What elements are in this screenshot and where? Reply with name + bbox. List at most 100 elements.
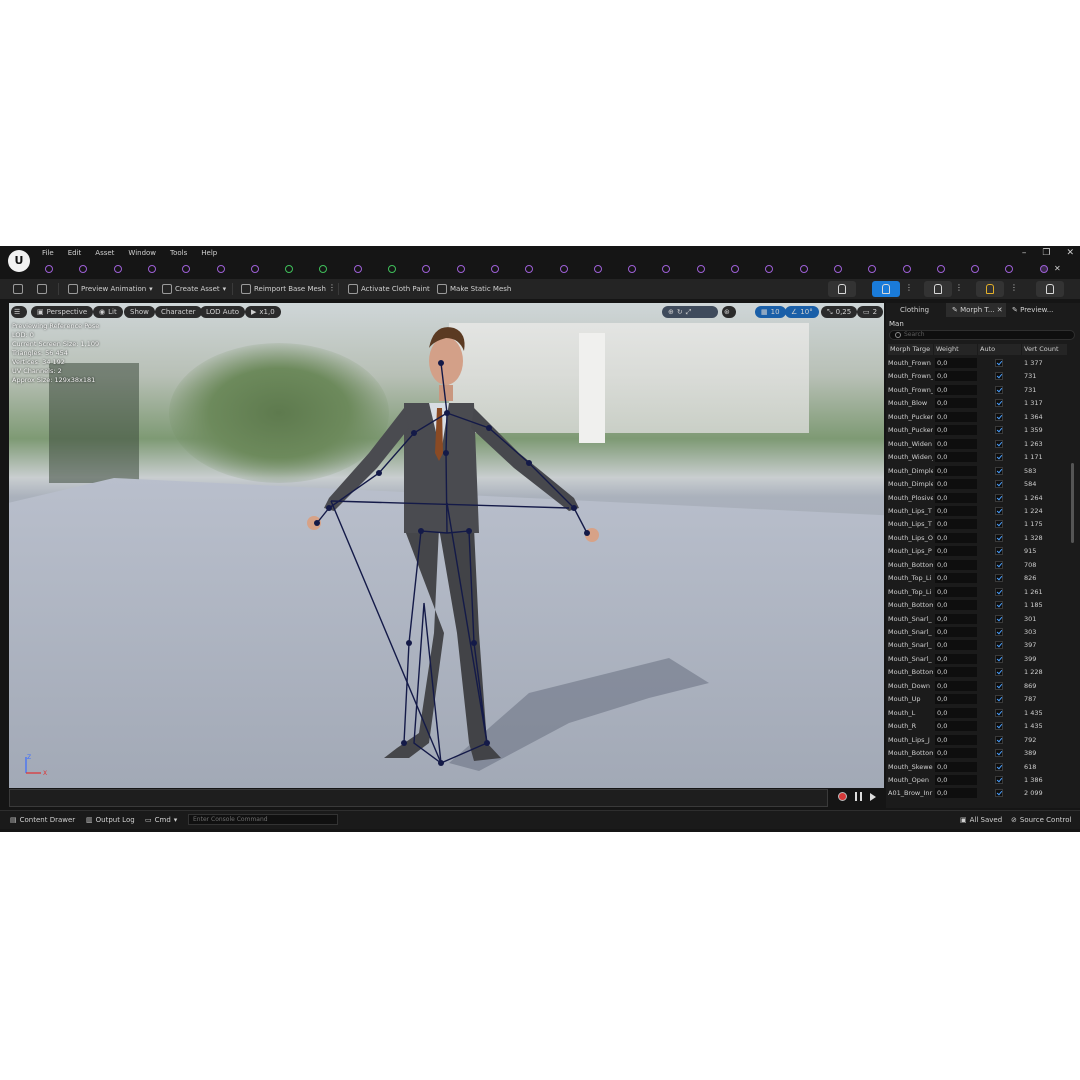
auto-checkbox[interactable] <box>995 574 1003 583</box>
asset-tab-icon[interactable] <box>765 265 774 273</box>
blueprint-mode-button[interactable] <box>976 281 1004 297</box>
auto-checkbox[interactable] <box>995 399 1003 408</box>
world-local-icon[interactable]: ⊛ <box>722 306 736 318</box>
asset-tab-icon[interactable] <box>799 265 808 273</box>
table-row[interactable]: Mouth_Bottom 0,0 1 228 <box>888 666 1068 678</box>
more-options-icon[interactable]: ⋮ <box>905 283 913 292</box>
asset-tab-icon[interactable] <box>525 265 534 273</box>
auto-checkbox[interactable] <box>995 668 1003 677</box>
weight-input[interactable]: 0,0 <box>935 640 977 651</box>
console-input[interactable]: Enter Console Command <box>188 814 338 825</box>
weight-input[interactable]: 0,0 <box>935 465 977 476</box>
auto-checkbox[interactable] <box>995 506 1003 515</box>
table-row[interactable]: Mouth_Frown 0,0 1 377 <box>888 357 1068 369</box>
weight-input[interactable]: 0,0 <box>935 761 977 772</box>
activate-cloth-paint-button[interactable]: Activate Cloth Paint <box>348 283 430 295</box>
transform-tools[interactable]: ⊕ ↻ ⤢ <box>662 306 718 318</box>
weight-input[interactable]: 0,0 <box>935 519 977 530</box>
weight-input[interactable]: 0,0 <box>935 438 977 449</box>
table-row[interactable]: Mouth_Lips_P 0,0 915 <box>888 545 1068 557</box>
auto-checkbox[interactable] <box>995 762 1003 771</box>
table-row[interactable]: Mouth_Bottom 0,0 1 185 <box>888 599 1068 611</box>
tab-preview[interactable]: ✎ Preview... <box>1006 303 1072 317</box>
auto-checkbox[interactable] <box>995 453 1003 462</box>
menu-asset[interactable]: Asset <box>95 249 114 257</box>
close-icon[interactable]: ✕ <box>997 306 1003 314</box>
table-row[interactable]: Mouth_L 0,0 1 435 <box>888 707 1068 719</box>
auto-checkbox[interactable] <box>995 372 1003 381</box>
column-weight[interactable]: Weight <box>934 344 978 355</box>
viewport-menu-icon[interactable]: ☰ <box>11 306 27 318</box>
weight-input[interactable]: 0,0 <box>935 384 977 395</box>
column-auto[interactable]: Auto <box>978 344 1022 355</box>
table-row[interactable]: Mouth_Pucker 0,0 1 364 <box>888 411 1068 423</box>
asset-tab-icon[interactable] <box>731 265 739 273</box>
table-row[interactable]: Mouth_Up 0,0 787 <box>888 693 1068 705</box>
play-rate-button[interactable]: ▶ x1,0 <box>245 306 281 318</box>
table-row[interactable]: Mouth_Lips_J 0,0 792 <box>888 734 1068 746</box>
table-row[interactable]: Mouth_Top_Li 0,0 826 <box>888 572 1068 584</box>
asset-tab-icon[interactable] <box>45 265 53 273</box>
close-icon[interactable]: ✕ <box>1066 248 1074 258</box>
weight-input[interactable]: 0,0 <box>935 505 977 516</box>
auto-checkbox[interactable] <box>995 412 1003 421</box>
auto-checkbox[interactable] <box>995 722 1003 731</box>
auto-checkbox[interactable] <box>995 533 1003 542</box>
lod-button[interactable]: LOD Auto <box>200 306 246 318</box>
perspective-button[interactable]: ▣ Perspective <box>31 306 94 318</box>
weight-input[interactable]: 0,0 <box>935 573 977 584</box>
auto-checkbox[interactable] <box>995 426 1003 435</box>
make-static-mesh-button[interactable]: Make Static Mesh <box>437 283 511 295</box>
asset-tab-icon[interactable] <box>833 265 842 273</box>
auto-checkbox[interactable] <box>995 587 1003 596</box>
camera-speed-button[interactable]: ▭ 2 <box>857 306 884 318</box>
auto-checkbox[interactable] <box>995 439 1003 448</box>
table-row[interactable]: Mouth_Blow 0,0 1 317 <box>888 397 1068 409</box>
minimize-icon[interactable]: – <box>1022 248 1027 258</box>
skeleton-mode-button[interactable] <box>828 281 856 297</box>
grid-snap-button[interactable]: ▦ 10 <box>755 306 786 318</box>
menu-tools[interactable]: Tools <box>170 249 187 257</box>
weight-input[interactable]: 0,0 <box>935 721 977 732</box>
source-control-button[interactable]: ⊘ Source Control <box>1011 816 1071 824</box>
auto-checkbox[interactable] <box>995 708 1003 717</box>
asset-tab-icon[interactable] <box>936 265 945 273</box>
table-row[interactable]: Mouth_Skewe 0,0 618 <box>888 761 1068 773</box>
weight-input[interactable]: 0,0 <box>935 694 977 705</box>
asset-tab-icon[interactable] <box>353 265 362 273</box>
asset-tab-icon[interactable] <box>456 265 465 273</box>
pause-icon[interactable] <box>855 792 862 801</box>
weight-input[interactable]: 0,0 <box>935 452 977 463</box>
preview-viewport[interactable]: ☰ ▣ Perspective ◉ Lit Show Character LOD… <box>9 303 884 788</box>
asset-tab-icon[interactable] <box>319 265 328 273</box>
auto-checkbox[interactable] <box>995 385 1003 394</box>
weight-input[interactable]: 0,0 <box>935 734 977 745</box>
weight-input[interactable]: 0,0 <box>935 559 977 570</box>
asset-tab-icon[interactable] <box>559 265 568 273</box>
asset-tab-icon[interactable] <box>1039 265 1048 273</box>
all-saved-button[interactable]: ▣ All Saved <box>960 816 1002 824</box>
lit-button[interactable]: ◉ Lit <box>93 306 123 318</box>
animation-mode-button[interactable] <box>924 281 952 297</box>
auto-checkbox[interactable] <box>995 560 1003 569</box>
auto-checkbox[interactable] <box>995 681 1003 690</box>
asset-tab-icon[interactable] <box>902 265 911 273</box>
mesh-mode-button[interactable] <box>872 281 900 297</box>
table-row[interactable]: Mouth_Snarl_ 0,0 397 <box>888 639 1068 651</box>
weight-input[interactable]: 0,0 <box>935 667 977 678</box>
auto-checkbox[interactable] <box>995 601 1003 610</box>
content-drawer-button[interactable]: ▤ Content Drawer <box>10 816 75 824</box>
cmd-button[interactable]: ▭ Cmd ▾ <box>145 816 177 824</box>
save-icon[interactable] <box>13 283 23 295</box>
weight-input[interactable]: 0,0 <box>935 546 977 557</box>
weight-input[interactable]: 0,0 <box>935 748 977 759</box>
auto-checkbox[interactable] <box>995 695 1003 704</box>
asset-tab-icon[interactable] <box>113 265 122 273</box>
column-vert-count[interactable]: Vert Count <box>1022 344 1068 355</box>
weight-input[interactable]: 0,0 <box>935 600 977 611</box>
auto-checkbox[interactable] <box>995 775 1003 784</box>
column-morph-target[interactable]: Morph Targe <box>888 344 934 355</box>
character-button[interactable]: Character <box>155 306 202 318</box>
table-row[interactable]: Mouth_Pucker 0,0 1 359 <box>888 424 1068 436</box>
asset-tab-icon[interactable] <box>490 265 499 273</box>
